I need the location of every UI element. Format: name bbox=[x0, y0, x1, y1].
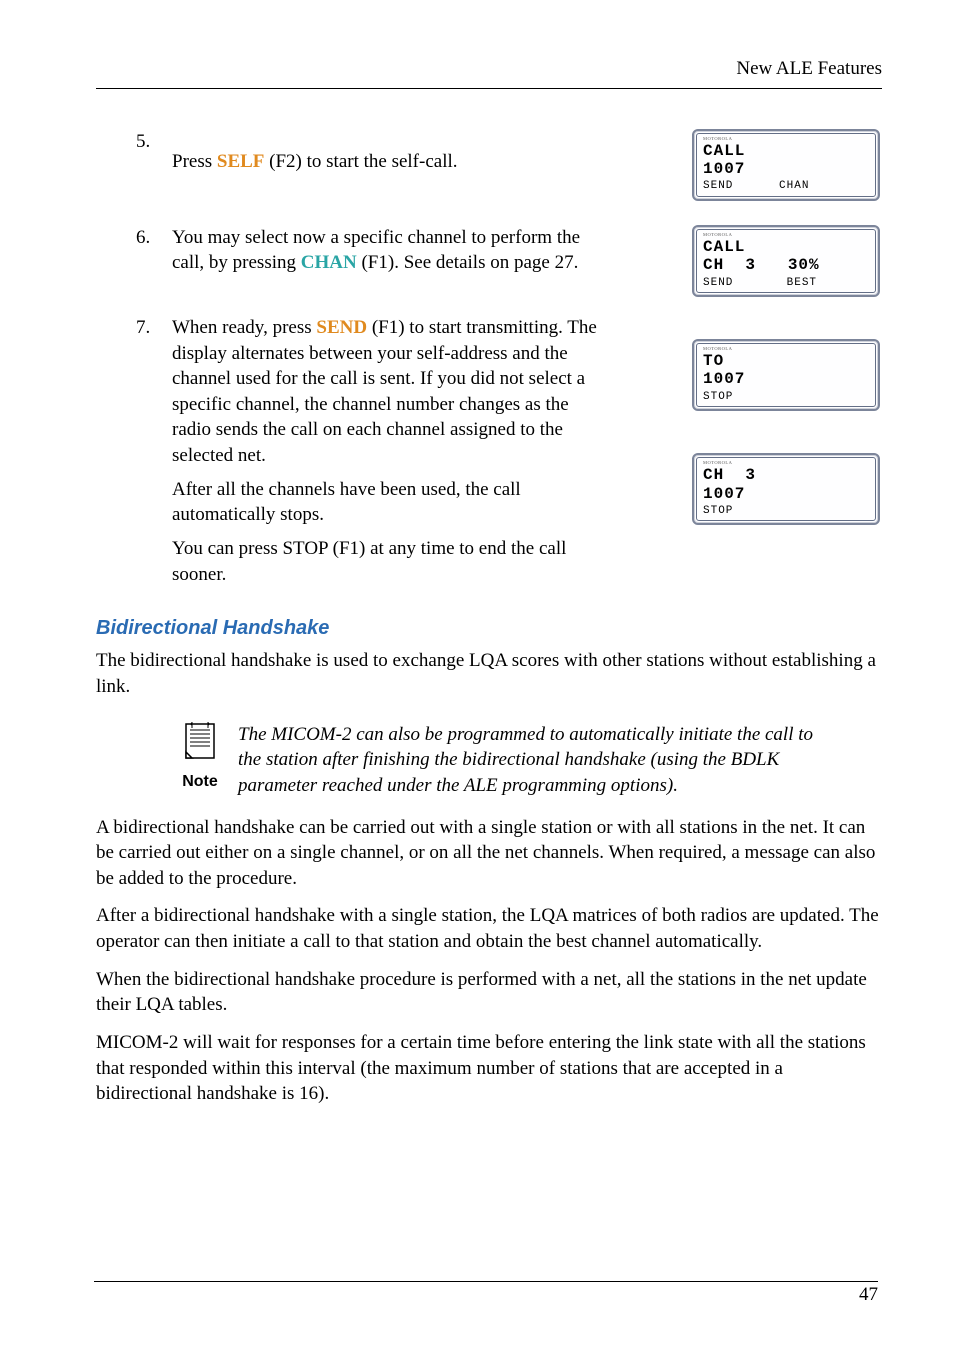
bidir-p2: A bidirectional handshake can be carried… bbox=[96, 815, 882, 892]
lcd3-softkeys: STOP bbox=[703, 390, 869, 404]
self-key: SELF bbox=[217, 151, 265, 172]
lcd-display-4: MOTOROLA CH 3 1007 STOP bbox=[692, 453, 880, 525]
lcd2-softkeys: SEND BEST bbox=[703, 276, 869, 290]
lcd-display-1: MOTOROLA CALL 1007 SEND CHAN bbox=[692, 129, 880, 201]
lcd-display-3: MOTOROLA TO 1007 STOP bbox=[692, 339, 880, 411]
footer-rule bbox=[94, 1281, 878, 1282]
step-7-number: 7. bbox=[96, 315, 162, 341]
note-text: The MICOM-2 can also be programmed to au… bbox=[230, 722, 828, 799]
lcd1-line2: 1007 bbox=[703, 160, 869, 178]
bidirectional-heading: Bidirectional Handshake bbox=[96, 615, 882, 642]
page-header: New ALE Features bbox=[96, 56, 882, 89]
bidir-p5: MICOM-2 will wait for responses for a ce… bbox=[96, 1030, 882, 1107]
step-5-row: 5. Press SELF (F2) to start the self-cal… bbox=[96, 129, 882, 215]
send-key: SEND bbox=[316, 317, 367, 338]
note-label: Note bbox=[170, 771, 230, 793]
step-6-t2: (F1). See details on page 27. bbox=[357, 252, 579, 273]
lcd2-line1: CALL bbox=[703, 238, 869, 256]
step-6-number: 6. bbox=[96, 225, 162, 251]
lcd3-line1: TO bbox=[703, 352, 869, 370]
bidir-p1: The bidirectional handshake is used to e… bbox=[96, 648, 882, 699]
step-6-text: You may select now a specific channel to… bbox=[162, 225, 602, 284]
note-icon bbox=[180, 722, 220, 762]
bidir-p3: After a bidirectional handshake with a s… bbox=[96, 903, 882, 954]
step-5-number: 5. bbox=[96, 129, 162, 155]
lcd4-line2: 1007 bbox=[703, 485, 869, 503]
step-7-row: 7. When ready, press SEND (F1) to start … bbox=[96, 315, 882, 595]
step-5-prefix: Press bbox=[172, 151, 217, 172]
chan-key: CHAN bbox=[301, 252, 357, 273]
lcd4-line1: CH 3 bbox=[703, 466, 869, 484]
step-6-row: 6. You may select now a specific channel… bbox=[96, 225, 882, 311]
page-number: 47 bbox=[859, 1282, 878, 1308]
lcd1-line1: CALL bbox=[703, 142, 869, 160]
step-7-t2: (F1) to start transmitting. The display … bbox=[172, 317, 597, 466]
step-5-text: Press SELF (F2) to start the self-call. bbox=[162, 129, 602, 183]
step-7-text: When ready, press SEND (F1) to start tra… bbox=[162, 315, 602, 595]
step-5-suffix: (F2) to start the self-call. bbox=[264, 151, 457, 172]
lcd2-line2: CH 3 30% bbox=[703, 256, 869, 274]
lcd4-softkeys: STOP bbox=[703, 504, 869, 518]
lcd1-softkeys: SEND CHAN bbox=[703, 179, 869, 193]
step-7-p2: After all the channels have been used, t… bbox=[172, 477, 602, 528]
note-block: Note The MICOM-2 can also be programmed … bbox=[96, 722, 882, 799]
step-7-t1: When ready, press bbox=[172, 317, 316, 338]
bidir-p4: When the bidirectional handshake procedu… bbox=[96, 967, 882, 1018]
lcd3-line2: 1007 bbox=[703, 370, 869, 388]
lcd-display-2: MOTOROLA CALL CH 3 30% SEND BEST bbox=[692, 225, 880, 297]
step-7-p3: You can press STOP (F1) at any time to e… bbox=[172, 536, 602, 587]
